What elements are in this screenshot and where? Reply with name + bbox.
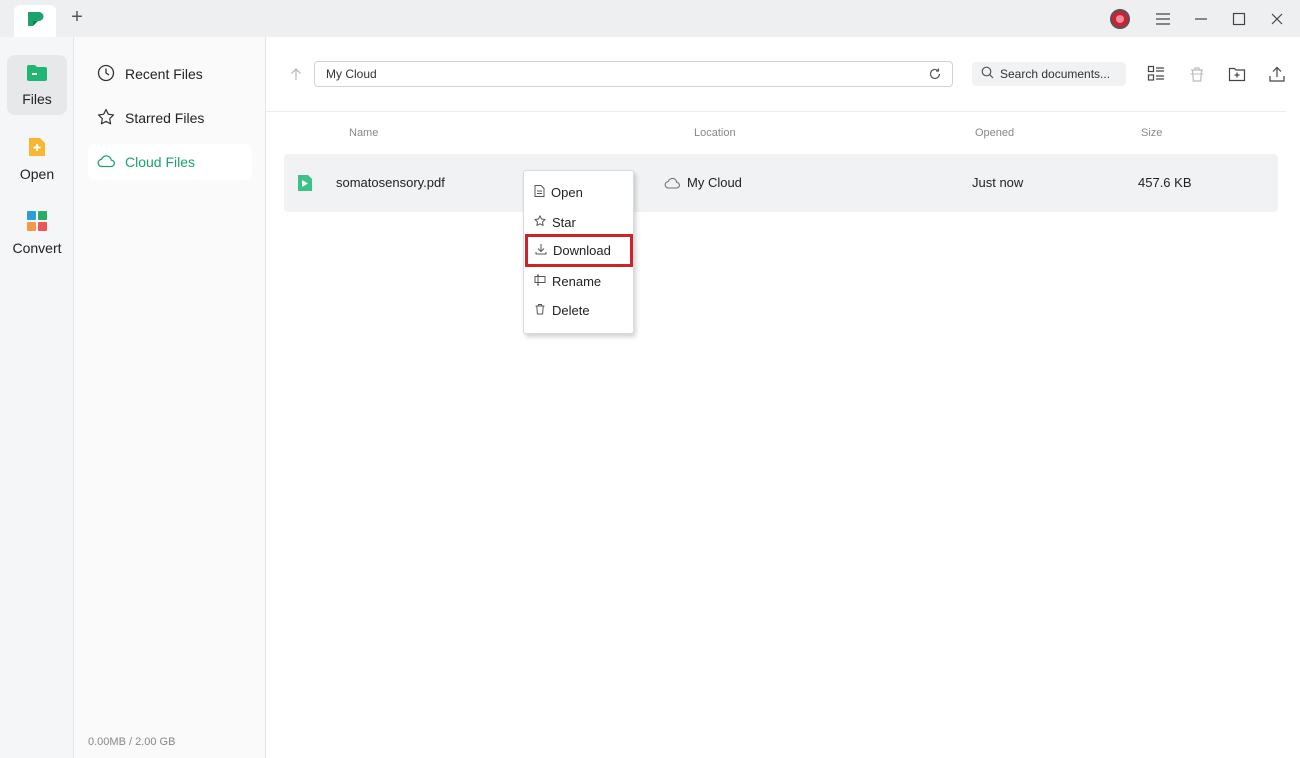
cloud-location-icon (664, 176, 680, 194)
column-header-size[interactable]: Size (1141, 127, 1162, 139)
menu-item-star[interactable]: Star (525, 207, 633, 237)
upload-icon[interactable] (1266, 63, 1288, 85)
column-header-location[interactable]: Location (694, 127, 736, 139)
left-rail: Files Open Convert (0, 37, 74, 758)
menu-label-star: Star (552, 214, 576, 230)
menu-label-download: Download (553, 243, 611, 258)
maximize-icon[interactable] (1220, 0, 1258, 37)
files-icon (26, 64, 48, 87)
nav-label-cloud-files: Cloud Files (125, 154, 196, 170)
navigation-pane: Recent Files Starred Files Cloud Files 0… (74, 37, 266, 758)
file-size: 457.6 KB (1138, 175, 1192, 190)
trash-icon (534, 303, 546, 318)
clock-icon (97, 64, 115, 85)
app-logo-icon (26, 10, 44, 33)
column-header-name[interactable]: Name (349, 127, 378, 139)
rail-label-open: Open (19, 165, 55, 182)
context-menu: Open Star Download Rename Delete (523, 170, 634, 334)
menu-item-download[interactable]: Download (525, 234, 633, 267)
path-bar[interactable]: My Cloud (314, 61, 953, 87)
nav-item-starred-files[interactable]: Starred Files (88, 100, 252, 136)
new-folder-icon[interactable] (1226, 63, 1248, 85)
avatar-icon[interactable] (1110, 8, 1130, 29)
path-text: My Cloud (326, 67, 377, 81)
menu-label-delete: Delete (552, 302, 590, 318)
nav-item-cloud-files[interactable]: Cloud Files (88, 144, 252, 180)
search-placeholder: Search documents... (1000, 67, 1111, 81)
file-location: My Cloud (687, 175, 742, 190)
refresh-icon[interactable] (928, 67, 942, 81)
rail-item-files[interactable]: Files (7, 55, 67, 115)
cloud-icon (97, 154, 115, 171)
rename-icon (534, 274, 546, 289)
minimize-icon[interactable] (1182, 0, 1220, 37)
nav-label-recent-files: Recent Files (125, 66, 203, 82)
menu-item-rename[interactable]: Rename (525, 266, 633, 296)
new-tab-button[interactable]: + (66, 6, 88, 28)
close-icon[interactable] (1258, 0, 1296, 37)
document-icon (534, 184, 545, 200)
menu-label-open: Open (551, 184, 583, 200)
menu-icon[interactable] (1144, 0, 1182, 37)
download-icon (535, 243, 547, 258)
nav-item-recent-files[interactable]: Recent Files (88, 56, 252, 92)
up-arrow-icon[interactable] (288, 66, 304, 82)
main-content: My Cloud Search documents... Name Locati… (266, 37, 1300, 758)
toolbar-divider (266, 111, 1286, 112)
rail-item-open[interactable]: Open (7, 129, 67, 189)
trash-toolbar-icon[interactable] (1186, 63, 1208, 85)
view-toggle-icon[interactable] (1145, 63, 1167, 85)
menu-label-rename: Rename (552, 273, 602, 289)
open-icon (27, 137, 47, 162)
rail-item-convert[interactable]: Convert (7, 203, 67, 263)
menu-item-open[interactable]: Open (525, 177, 633, 207)
title-bar: + (0, 0, 1300, 37)
file-name: somatosensory.pdf (336, 175, 445, 190)
menu-item-delete[interactable]: Delete (525, 295, 633, 325)
app-tab[interactable] (14, 5, 56, 37)
star-icon (534, 214, 546, 230)
search-box[interactable]: Search documents... (972, 62, 1126, 86)
star-icon (97, 108, 115, 129)
column-header-opened[interactable]: Opened (975, 127, 1014, 139)
storage-usage: 0.00MB / 2.00 GB (88, 736, 176, 748)
rail-label-files: Files (22, 90, 52, 107)
search-icon (981, 66, 994, 82)
file-opened: Just now (972, 175, 1024, 190)
table-row[interactable]: somatosensory.pdf My Cloud Just now 457.… (284, 154, 1278, 212)
convert-icon (27, 210, 47, 236)
pdf-file-icon (297, 174, 313, 197)
rail-label-convert: Convert (12, 239, 62, 256)
nav-label-starred-files: Starred Files (125, 110, 205, 126)
